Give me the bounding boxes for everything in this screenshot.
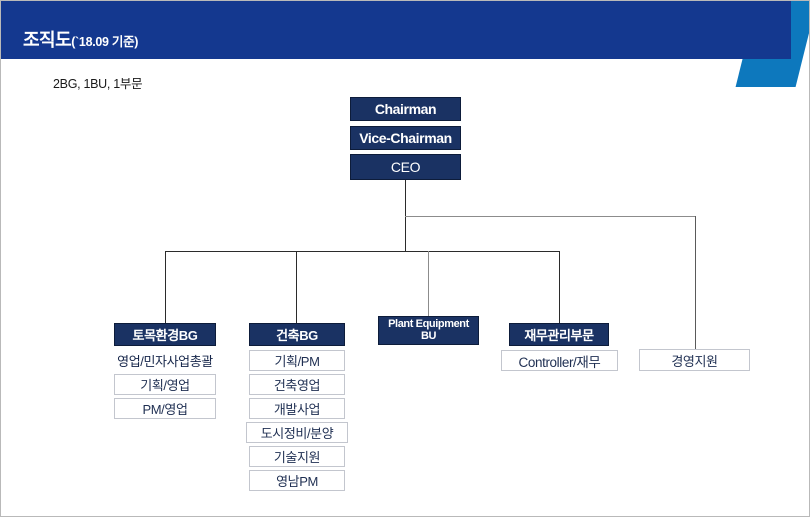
connector-support-vertical bbox=[695, 216, 696, 349]
division-item-civil-0[interactable]: 영업/민자사업총괄 bbox=[100, 350, 230, 370]
division-item-arch-3[interactable]: 도시정비/분양 bbox=[246, 422, 348, 443]
connector-drop-civil bbox=[165, 251, 166, 323]
division-item-civil-1[interactable]: 기획/영업 bbox=[114, 374, 216, 395]
division-item-arch-2[interactable]: 개발사업 bbox=[249, 398, 345, 419]
division-header-arch[interactable]: 건축BG bbox=[249, 323, 345, 346]
division-header-civil[interactable]: 토목환경BG bbox=[114, 323, 216, 346]
connector-division-bar bbox=[165, 251, 560, 252]
division-item-civil-2[interactable]: PM/영업 bbox=[114, 398, 216, 419]
connector-drop-arch bbox=[296, 251, 297, 323]
connector-drop-plant bbox=[428, 251, 429, 316]
exec-box-vice-chairman[interactable]: Vice-Chairman bbox=[350, 126, 461, 150]
exec-box-chairman[interactable]: Chairman bbox=[350, 97, 461, 121]
division-header-plant[interactable]: Plant Equipment BU bbox=[378, 316, 479, 345]
connector-support-horizontal bbox=[405, 216, 696, 217]
division-item-arch-0[interactable]: 기획/PM bbox=[249, 350, 345, 371]
page-title-main: 조직도 bbox=[23, 30, 72, 50]
division-item-finance-0[interactable]: Controller/재무 bbox=[501, 350, 618, 371]
division-item-arch-5[interactable]: 영남PM bbox=[249, 470, 345, 491]
header-bar-mask bbox=[1, 1, 791, 59]
page-title: 조직도(`18.09 기준) bbox=[23, 31, 138, 50]
subtitle-text: 2BG, 1BU, 1부문 bbox=[53, 77, 143, 91]
org-chart-slide: 조직도(`18.09 기준) 2BG, 1BU, 1부문 Chairman Vi… bbox=[0, 0, 810, 517]
connector-drop-finance bbox=[559, 251, 560, 323]
exec-box-ceo[interactable]: CEO bbox=[350, 154, 461, 180]
division-header-plant-line2: BU bbox=[420, 329, 437, 342]
support-box-management[interactable]: 경영지원 bbox=[639, 349, 750, 371]
division-header-plant-line1: Plant Equipment bbox=[388, 317, 469, 330]
division-header-finance[interactable]: 재무관리부문 bbox=[509, 323, 609, 346]
division-item-arch-1[interactable]: 건축영업 bbox=[249, 374, 345, 395]
division-item-arch-4[interactable]: 기술지원 bbox=[249, 446, 345, 467]
page-title-sub: (`18.09 기준) bbox=[71, 35, 139, 49]
